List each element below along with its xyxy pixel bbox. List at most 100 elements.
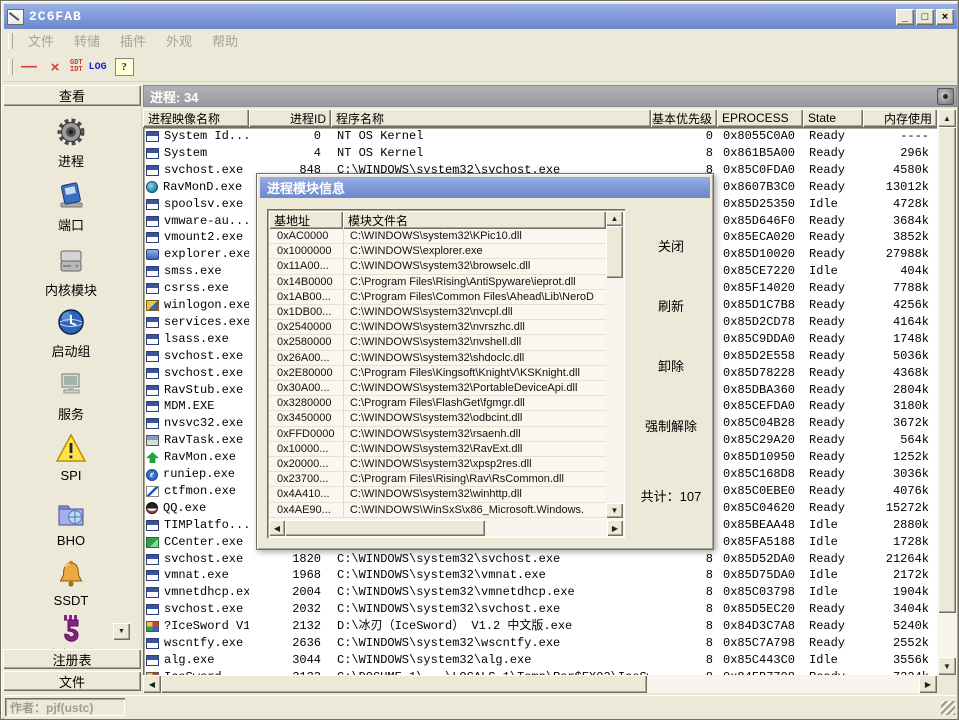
- sidebar-item-bho-folder[interactable]: [5, 497, 137, 536]
- sidebar-item-startup-group[interactable]: [5, 305, 137, 344]
- menu-items: 文件转储插件外观帮助: [18, 31, 248, 51]
- memory-usage: 4076k: [863, 483, 937, 500]
- close-button[interactable]: ×: [936, 9, 954, 25]
- module-row[interactable]: 0x1DB00...C:\WINDOWS\system32\nvcpl.dll: [269, 305, 606, 320]
- table-row[interactable]: System4NT OS Kernel80x861B5A00Ready296k: [143, 145, 937, 162]
- window-icon: [146, 131, 159, 142]
- module-row[interactable]: 0x2E80000C:\Program Files\Kingsoft\Knigh…: [269, 366, 606, 381]
- base-priority: 8: [651, 601, 717, 618]
- module-row[interactable]: 0x14B0000C:\Program Files\Rising\AntiSpy…: [269, 275, 606, 290]
- module-row[interactable]: 0x3280000C:\Program Files\FlashGet\fgmgr…: [269, 396, 606, 411]
- table-row[interactable]: vmnetdhcp.exe2004C:\WINDOWS\system32\vmn…: [143, 584, 937, 601]
- table-row[interactable]: svchost.exe2032C:\WINDOWS\system32\svcho…: [143, 601, 937, 618]
- gear-icon[interactable]: [937, 88, 954, 105]
- column-header-0[interactable]: 进程映像名称: [143, 109, 249, 127]
- scroll-left-icon[interactable]: ◀: [269, 520, 285, 536]
- process-name: TIMPlatfo...: [164, 517, 249, 534]
- gdt-idt-tool-icon[interactable]: GDT IDT: [70, 60, 83, 74]
- sidebar-item-label: 端口: [5, 215, 137, 231]
- table-vertical-scrollbar[interactable]: ▲ ▼: [937, 109, 957, 675]
- module-row[interactable]: 0x11A00...C:\WINDOWS\system32\browselc.d…: [269, 259, 606, 274]
- column-header-5[interactable]: State: [803, 109, 863, 127]
- module-row[interactable]: 0x23700...C:\Program Files\Rising\Rav\Rs…: [269, 472, 606, 487]
- sidebar-scroll-down-button[interactable]: ▼: [113, 623, 130, 640]
- toolbar-grip[interactable]: [8, 59, 13, 75]
- close-module-button[interactable]: 关闭: [635, 236, 707, 255]
- terminate-tool-icon[interactable]: —: [18, 56, 40, 78]
- module-file-path: C:\WINDOWS\system32\nvcpl.dll: [343, 305, 606, 319]
- scroll-up-icon[interactable]: ▲: [938, 109, 956, 127]
- menu-item-2[interactable]: 插件: [110, 34, 156, 49]
- kill-tool-icon[interactable]: ×: [44, 56, 66, 78]
- scroll-up-icon[interactable]: ▲: [606, 211, 623, 226]
- module-row[interactable]: 0x4A410...C:\WINDOWS\system32\winhttp.dl…: [269, 487, 606, 502]
- table-row[interactable]: vmnat.exe1968C:\WINDOWS\system32\vmnat.e…: [143, 567, 937, 584]
- sidebar-item-kernel-module[interactable]: [5, 244, 137, 283]
- minimize-button[interactable]: _: [896, 9, 914, 25]
- menu-item-3[interactable]: 外观: [156, 34, 202, 49]
- table-horizontal-scrollbar[interactable]: ◀ ▶: [143, 675, 937, 693]
- scroll-right-icon[interactable]: ▶: [919, 675, 937, 693]
- module-row[interactable]: 0x2540000C:\WINDOWS\system32\nvrszhc.dll: [269, 320, 606, 335]
- column-header-6[interactable]: 内存使用: [863, 109, 937, 127]
- table-row[interactable]: System Id...0NT OS Kernel00x8055C0A0Read…: [143, 128, 937, 145]
- force-unload-module-button[interactable]: 强制解除: [635, 416, 707, 435]
- vertical-scroll-thumb[interactable]: [938, 127, 956, 613]
- sidebar-item-ports[interactable]: [5, 179, 137, 218]
- scroll-down-icon[interactable]: ▼: [606, 503, 623, 518]
- table-row[interactable]: wscntfy.exe2636C:\WINDOWS\system32\wscnt…: [143, 635, 937, 652]
- sidebar-item-services[interactable]: [5, 368, 137, 407]
- module-row[interactable]: 0x30A00...C:\WINDOWS\system32\PortableDe…: [269, 381, 606, 396]
- help-tool-icon[interactable]: ?: [115, 58, 134, 76]
- module-row[interactable]: 0x26A00...C:\WINDOWS\system32\shdoclc.dl…: [269, 351, 606, 366]
- column-header-4[interactable]: EPROCESS: [717, 109, 803, 127]
- module-row[interactable]: 0x20000...C:\WINDOWS\system32\xpsp2res.d…: [269, 457, 606, 472]
- module-row[interactable]: 0x3450000C:\WINDOWS\system32\odbcint.dll: [269, 411, 606, 426]
- window-icon: [146, 570, 159, 581]
- module-horizontal-scrollbar[interactable]: ◀ ▶: [269, 520, 623, 536]
- scroll-left-icon[interactable]: ◀: [143, 675, 161, 693]
- module-vertical-scrollbar[interactable]: ▲ ▼: [606, 211, 623, 518]
- column-header-2[interactable]: 程序名称: [331, 109, 651, 127]
- module-base-address: 0x2580000: [269, 335, 343, 349]
- log-tool-icon[interactable]: LOG: [89, 62, 107, 73]
- table-row[interactable]: alg.exe3044C:\WINDOWS\system32\alg.exe80…: [143, 652, 937, 669]
- maximize-button[interactable]: □: [916, 9, 934, 25]
- module-row[interactable]: 0xAC0000C:\WINDOWS\system32\KPic10.dll: [269, 229, 606, 244]
- menu-item-0[interactable]: 文件: [18, 34, 64, 49]
- sidebar-registry-button[interactable]: 注册表: [3, 649, 141, 669]
- module-row[interactable]: 0x10000...C:\WINDOWS\system32\RavExt.dll: [269, 442, 606, 457]
- scroll-right-icon[interactable]: ▶: [607, 520, 623, 536]
- module-row[interactable]: 0xFFD0000C:\WINDOWS\system32\rsaenh.dll: [269, 427, 606, 442]
- module-row[interactable]: 0x1000000C:\WINDOWS\explorer.exe: [269, 244, 606, 259]
- module-hscroll-thumb[interactable]: [285, 520, 485, 536]
- column-header-1[interactable]: 进程ID: [249, 109, 331, 127]
- sidebar-item-ssdt-bell[interactable]: [5, 557, 137, 596]
- window-icon: [146, 604, 159, 615]
- sidebar-file-button[interactable]: 文件: [3, 671, 141, 691]
- module-row[interactable]: 0x1AB00...C:\Program Files\Common Files\…: [269, 290, 606, 305]
- unload-module-button[interactable]: 卸除: [635, 356, 707, 375]
- sidebar-header-view[interactable]: 查看: [3, 85, 141, 106]
- module-file-path: C:\WINDOWS\system32\rsaenh.dll: [343, 427, 606, 441]
- table-row[interactable]: ?IceSword V12132D:\冰刃（IceSword） V1.2 中文版…: [143, 618, 937, 635]
- module-file-path: C:\WINDOWS\system32\PortableDeviceApi.dl…: [343, 381, 606, 395]
- column-header-3[interactable]: 基本优先级: [651, 109, 717, 127]
- dialog-title-bar[interactable]: 进程模块信息: [260, 177, 710, 198]
- menubar-grip[interactable]: [8, 33, 13, 49]
- module-file-path: C:\WINDOWS\system32\RavExt.dll: [343, 442, 606, 456]
- horizontal-scroll-thumb[interactable]: [161, 675, 647, 693]
- module-row[interactable]: 0x2580000C:\WINDOWS\system32\nvshell.dll: [269, 335, 606, 350]
- module-column-header-1[interactable]: 模块文件名: [343, 211, 606, 229]
- resize-grip[interactable]: [941, 701, 955, 715]
- module-vscroll-thumb[interactable]: [606, 226, 623, 278]
- module-row[interactable]: 0x4AE90...C:\WINDOWS\WinSxS\x86_Microsof…: [269, 503, 606, 518]
- scroll-down-icon[interactable]: ▼: [938, 657, 956, 675]
- module-column-header-0[interactable]: 基地址: [269, 211, 343, 229]
- table-row[interactable]: svchost.exe1820C:\WINDOWS\system32\svcho…: [143, 551, 937, 568]
- menu-item-4[interactable]: 帮助: [202, 34, 248, 49]
- sidebar-item-spi-warning[interactable]: [5, 432, 137, 471]
- sidebar-item-process[interactable]: [5, 115, 137, 154]
- refresh-module-button[interactable]: 刷新: [635, 296, 707, 315]
- menu-item-1[interactable]: 转储: [64, 34, 110, 49]
